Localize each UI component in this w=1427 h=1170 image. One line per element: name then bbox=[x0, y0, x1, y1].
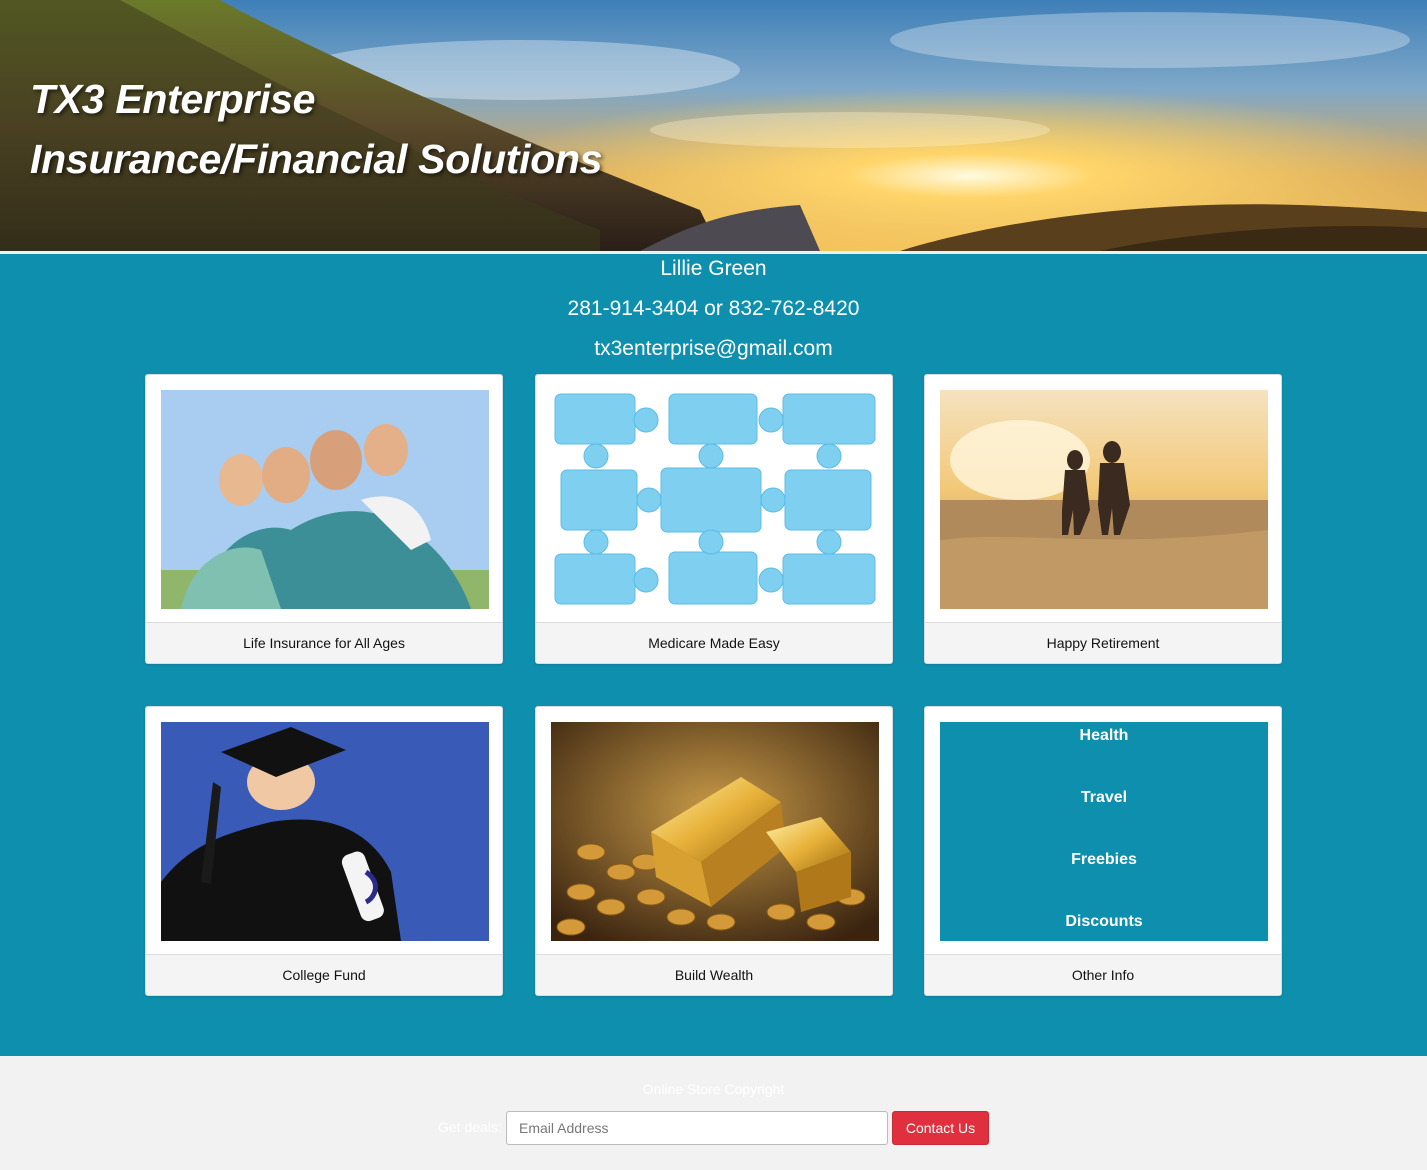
health-link[interactable]: Health bbox=[940, 722, 1268, 784]
card-caption: College Fund bbox=[146, 954, 502, 995]
contact-email[interactable]: tx3enterprise@gmail.com bbox=[0, 337, 1427, 361]
card-medicare[interactable]: Medicare Made Easy bbox=[535, 374, 893, 664]
card-other-info: Health Travel Freebies Discounts Other I… bbox=[924, 706, 1282, 996]
card-retirement[interactable]: Happy Retirement bbox=[924, 374, 1282, 664]
site-title: TX3 Enterprise bbox=[30, 76, 316, 122]
gold-bars-image bbox=[551, 722, 879, 941]
card-caption: Medicare Made Easy bbox=[536, 622, 892, 663]
travel-link[interactable]: Travel bbox=[940, 784, 1268, 846]
beach-couple-image bbox=[940, 390, 1268, 609]
deals-label: Get deals: bbox=[438, 1119, 502, 1135]
contact-us-button[interactable]: Contact Us bbox=[892, 1111, 989, 1145]
card-caption: Life Insurance for All Ages bbox=[146, 622, 502, 663]
page-footer: Online Store Copyright Get deals: Contac… bbox=[0, 1056, 1427, 1170]
card-caption: Other Info bbox=[925, 954, 1281, 995]
email-input[interactable] bbox=[506, 1111, 888, 1145]
graduate-photo bbox=[161, 722, 489, 941]
other-info-links: Health Travel Freebies Discounts bbox=[940, 722, 1268, 941]
copyright-text: Online Store Copyright bbox=[642, 1081, 785, 1097]
card-college-fund[interactable]: College Fund bbox=[145, 706, 503, 996]
puzzle-pieces-image bbox=[551, 390, 879, 609]
freebies-link[interactable]: Freebies bbox=[940, 846, 1268, 908]
card-life-insurance[interactable]: Life Insurance for All Ages bbox=[145, 374, 503, 664]
hero-divider bbox=[0, 251, 1427, 254]
hero-banner: TX3 Enterprise Insurance/Financial Solut… bbox=[0, 0, 1427, 251]
discounts-link[interactable]: Discounts bbox=[940, 908, 1268, 941]
card-caption: Happy Retirement bbox=[925, 622, 1281, 663]
card-build-wealth[interactable]: Build Wealth bbox=[535, 706, 893, 996]
card-caption: Build Wealth bbox=[536, 954, 892, 995]
site-subtitle: Insurance/Financial Solutions bbox=[30, 136, 603, 182]
hero-landscape-image bbox=[0, 0, 1427, 251]
contact-phones: 281-914-3404 or 832-762-8420 bbox=[567, 297, 860, 320]
family-photo bbox=[161, 390, 489, 609]
contact-name: Lillie Green bbox=[660, 257, 767, 280]
